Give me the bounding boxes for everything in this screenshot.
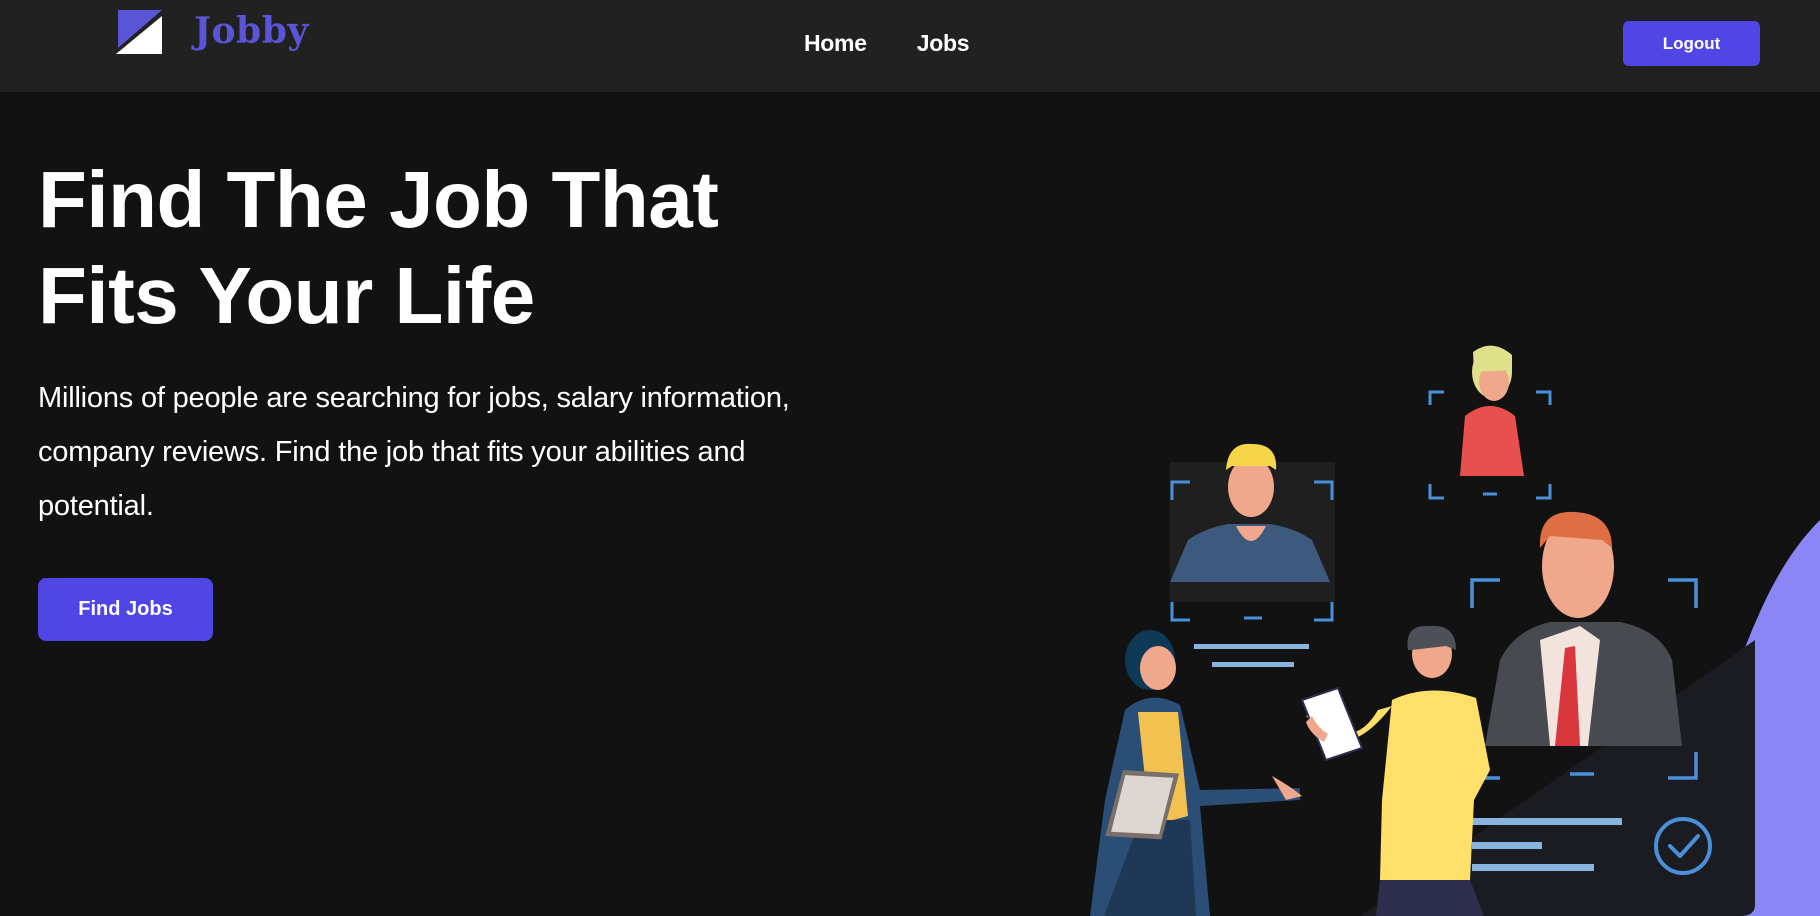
site-header: Jobby Home Jobs Logout [0, 0, 1820, 92]
logout-button[interactable]: Logout [1623, 21, 1760, 66]
jobby-logo-icon [116, 10, 162, 54]
hero-title-line1: Find The Job That [38, 155, 719, 244]
recruiter-woman-figure [1090, 630, 1302, 916]
main-nav: Home Jobs [804, 28, 969, 58]
hiring-illustration [1090, 345, 1820, 916]
jobby-logo[interactable]: Jobby [114, 8, 309, 56]
nav-jobs-link[interactable]: Jobs [917, 28, 970, 58]
nav-home-link[interactable]: Home [804, 28, 867, 58]
logo-text: Jobby [194, 10, 309, 52]
find-jobs-button[interactable]: Find Jobs [38, 578, 213, 641]
candidate-card-man [1170, 443, 1335, 667]
hero-description: Millions of people are searching for job… [38, 382, 790, 522]
hero-title-line2: Fits Your Life [38, 251, 535, 340]
recruiter-man-figure [1300, 625, 1490, 916]
hero-title: Find The Job That Fits Your Life [38, 152, 798, 344]
candidate-card-woman [1428, 345, 1552, 500]
